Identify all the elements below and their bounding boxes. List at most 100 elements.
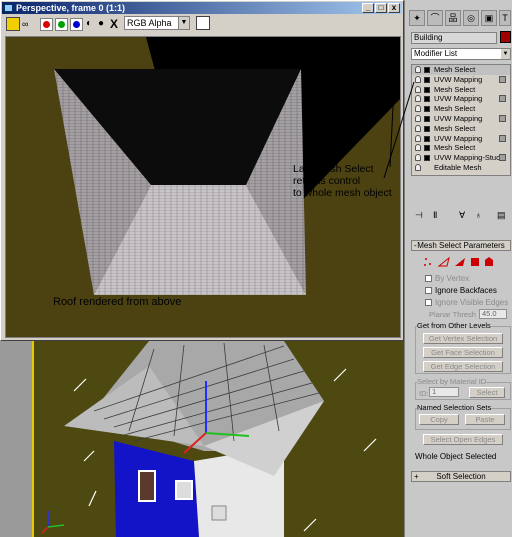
soft-selection-header[interactable]: + Soft Selection [411,471,511,482]
stack-item[interactable]: UVW Mapping-Stuc [412,153,510,163]
stack-item-label: Editable Mesh [434,162,482,172]
modifier-toggle-icon[interactable] [499,114,506,122]
channel-select[interactable]: RGB Alpha ▼ [124,16,190,30]
annotation-roof-note: Roof rendered from above [53,296,182,308]
select-by-id-button[interactable]: Select [469,387,505,398]
stack-item-label: UVW Mapping-Stuc [434,153,500,163]
perspective-viewport[interactable] [32,341,404,537]
expand-box-icon[interactable] [424,106,430,113]
hierarchy-tab-icon[interactable]: 品 [445,10,461,26]
paste-button[interactable]: Paste [465,414,505,425]
vertex-level-icon [424,258,431,266]
lightbulb-icon[interactable] [415,134,421,142]
configure-sets-icon[interactable]: ▤ [497,210,506,221]
stack-item[interactable]: Mesh Select [412,124,510,134]
lightbulb-icon[interactable] [415,105,421,113]
stack-item[interactable]: UVW Mapping [412,75,510,85]
expand-box-icon[interactable] [424,135,430,142]
pin-stack-icon[interactable]: ⊣ [415,210,423,221]
window-title: Perspective, frame 0 (1:1) [16,3,126,13]
planar-thresh-label: Planar Thresh [429,310,476,319]
expand-box-icon[interactable] [424,115,430,122]
ignore-backfaces-checkbox[interactable]: Ignore Backfaces [425,286,497,295]
lightbulb-icon[interactable] [415,66,421,73]
modifier-toggle-icon[interactable] [499,75,506,83]
expand-box-icon[interactable] [424,76,430,83]
expand-box-icon[interactable] [424,155,430,162]
object-name-field[interactable]: Building [411,32,497,44]
mesh-select-params-title: Mesh Select Parameters [417,241,505,250]
green-channel-button[interactable] [55,18,68,31]
get-face-selection-button[interactable]: Get Face Selection [423,347,503,358]
selection-level-icons[interactable] [423,256,503,268]
lightbulb-icon[interactable] [415,85,421,93]
lightbulb-icon[interactable] [415,124,421,132]
get-vertex-selection-button[interactable]: Get Vertex Selection [423,333,503,344]
mesh-select-params-header[interactable]: - Mesh Select Parameters [411,240,511,251]
expand-box-icon[interactable] [424,125,430,132]
save-icon[interactable] [6,17,20,31]
color-swatch[interactable] [196,16,210,30]
lightbulb-icon[interactable] [415,95,421,103]
get-edge-selection-button[interactable]: Get Edge Selection [423,361,503,372]
motion-tab-icon[interactable]: ◎ [463,10,479,26]
stack-item[interactable]: Mesh Select [412,104,510,114]
viewport-side-strip [0,341,32,537]
planar-thresh-spinner[interactable]: 45.0 [479,309,507,319]
channel-select-value: RGB Alpha [127,18,172,28]
stack-item[interactable]: Editable Mesh [412,163,510,173]
stack-item[interactable]: Mesh Select [412,65,510,75]
create-tab-icon[interactable]: ✦ [409,10,425,26]
command-panel: ✦ ⌒ 品 ◎ ▣ T Building Modifier List ▼ Mes… [404,0,512,537]
lightbulb-icon[interactable] [415,154,421,162]
make-unique-icon[interactable]: ∀ [459,210,465,221]
modifier-list-dropdown[interactable]: Modifier List ▼ [411,48,511,60]
expand-box-icon[interactable] [424,67,430,73]
maximize-button[interactable]: □ [375,3,387,13]
stack-item[interactable]: UVW Mapping [412,114,510,124]
close-button[interactable]: x [388,3,400,13]
blue-channel-button[interactable] [70,18,83,31]
stack-item-label: UVW Mapping [434,133,483,143]
modifier-toggle-icon[interactable] [499,95,506,103]
title-bar[interactable]: Perspective, frame 0 (1:1) _ □ x [2,2,402,14]
stack-item[interactable]: UVW Mapping [412,134,510,144]
polygon-level-icon [471,258,479,266]
stack-item-label: Mesh Select [434,84,476,94]
stack-item-label: UVW Mapping [434,94,483,104]
expand-icon: + [414,472,419,481]
lightbulb-icon[interactable] [415,114,421,122]
red-channel-button[interactable] [40,18,53,31]
by-vertex-checkbox[interactable]: By Vertex [425,274,469,283]
object-color-swatch[interactable] [500,31,511,43]
lightbulb-icon[interactable] [415,75,421,83]
expand-box-icon[interactable] [424,96,430,103]
minimize-button[interactable]: _ [362,3,374,13]
named-sets-label: Named Selection Sets [417,403,492,412]
material-id-spinner[interactable]: 1 [429,387,459,397]
expand-box-icon[interactable] [424,86,430,93]
show-end-result-icon[interactable]: Ⅱ [433,210,437,221]
modifier-stack[interactable]: Mesh Select UVW Mapping Mesh Select UVW Map… [411,64,511,176]
stack-item[interactable]: UVW Mapping [412,94,510,104]
house-model [41,341,377,537]
clone-icon[interactable]: ∞ [22,17,36,31]
select-open-edges-button[interactable]: Select Open Edges [423,434,503,445]
modify-tab-icon[interactable]: ⌒ [427,10,443,26]
lightbulb-icon[interactable] [415,163,421,171]
soft-selection-title: Soft Selection [436,472,486,481]
ignore-visible-edges-checkbox[interactable]: Ignore Visible Edges [425,298,508,307]
modifier-toggle-icon[interactable] [499,134,506,142]
display-tab-icon[interactable]: ▣ [481,10,497,26]
expand-box-icon[interactable] [424,145,430,152]
stack-item-label: Mesh Select [434,143,476,153]
lightbulb-icon[interactable] [415,144,421,152]
stack-item[interactable]: Mesh Select [412,143,510,153]
utilities-tab-icon[interactable]: T [499,10,511,26]
remove-modifier-icon[interactable]: ♁ [475,210,482,220]
clear-icon[interactable]: X [110,17,124,31]
copy-button[interactable]: Copy [419,414,459,425]
stack-item[interactable]: Mesh Select [412,85,510,95]
render-frame-window[interactable]: Perspective, frame 0 (1:1) _ □ x ∞ ◐ ● X… [0,0,404,341]
modifier-toggle-icon[interactable] [499,154,506,162]
